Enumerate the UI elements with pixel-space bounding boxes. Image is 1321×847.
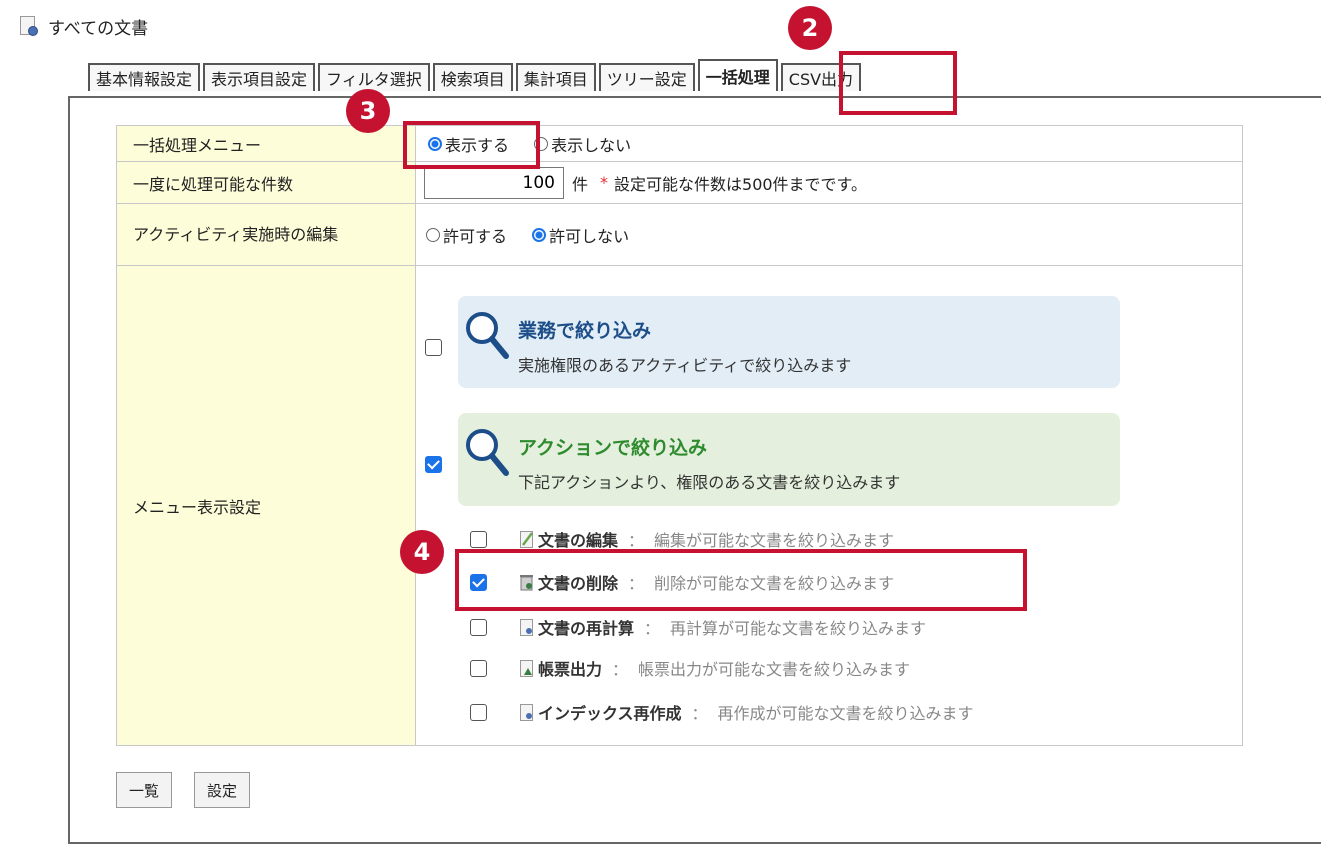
filter-by-action-title: アクションで絞り込み — [518, 437, 708, 459]
highlight-show-radio — [403, 121, 540, 169]
action-edit-row: 文書の編集 ： 編集が可能な文書を絞り込みます — [470, 527, 894, 551]
reindex-doc-icon — [520, 703, 533, 721]
action-reindex-name: インデックス再作成 — [538, 704, 682, 723]
radio-allow-label: 許可する — [443, 226, 508, 246]
required-mark: * — [600, 173, 609, 192]
action-reindex-checkbox[interactable] — [470, 703, 487, 721]
filter-by-task-card: 業務で絞り込み 実施権限のあるアクティビティで絞り込みます — [458, 296, 1120, 388]
max-count-input[interactable] — [424, 166, 564, 199]
annotation-marker-2: 2 — [788, 6, 832, 50]
filter-by-task-checkbox[interactable] — [425, 339, 442, 356]
count-unit: 件 — [572, 174, 589, 194]
tab-display-items[interactable]: 表示項目設定 — [203, 63, 316, 91]
radio-allow-dot[interactable] — [426, 227, 440, 242]
radio-hide[interactable]: 表示しない — [534, 132, 631, 156]
action-edit-desc: 編集が可能な文書を絞り込みます — [654, 531, 895, 550]
recalc-doc-icon — [520, 618, 533, 636]
action-report-name: 帳票出力 — [538, 660, 603, 679]
highlight-delete-action — [455, 549, 1027, 611]
activity-edit-options: 許可する 許可しない — [415, 203, 1243, 266]
report-output-icon — [520, 659, 533, 677]
filter-by-task-desc: 実施権限のあるアクティビティで絞り込みます — [518, 356, 852, 375]
action-reindex-separator: ： — [691, 704, 708, 723]
action-edit-checkbox[interactable] — [470, 530, 487, 548]
action-report-checkbox[interactable] — [470, 659, 487, 677]
action-edit-name: 文書の編集 — [538, 531, 619, 550]
radio-deny-label: 許可しない — [549, 226, 630, 246]
action-report-separator: ： — [612, 660, 629, 679]
page-header: すべての文書 — [20, 14, 149, 39]
tab-aggregate-items[interactable]: 集計項目 — [515, 63, 596, 91]
filter-by-action-desc: 下記アクションより、権限のある文書を絞り込みます — [518, 473, 901, 492]
magnifier-icon — [466, 312, 509, 359]
tab-batch-processing[interactable]: 一括処理 — [697, 59, 778, 91]
edit-doc-icon — [520, 530, 533, 548]
highlight-batch-tab — [839, 51, 957, 115]
radio-deny[interactable]: 許可しない — [532, 223, 629, 247]
magnifier-icon — [466, 429, 509, 476]
action-reindex-row: インデックス再作成 ： 再作成が可能な文書を絞り込みます — [470, 700, 974, 724]
action-report-desc: 帳票出力が可能な文書を絞り込みます — [638, 660, 911, 679]
radio-hide-label: 表示しない — [551, 135, 632, 155]
max-count-label: 一度に処理可能な件数 — [116, 161, 416, 204]
menu-display-label: メニュー表示設定 — [116, 265, 416, 746]
filter-by-action-card: アクションで絞り込み 下記アクションより、権限のある文書を絞り込みます — [458, 413, 1120, 506]
action-edit-separator: ： — [628, 531, 645, 550]
action-report-row: 帳票出力 ： 帳票出力が可能な文書を絞り込みます — [470, 656, 910, 680]
action-recalc-desc: 再計算が可能な文書を絞り込みます — [670, 619, 927, 638]
action-recalc-separator: ： — [644, 619, 661, 638]
max-count-note: 設定可能な件数は500件までです。 — [614, 174, 867, 194]
settings-tabs: 基本情報設定 表示項目設定 フィルタ選択 検索項目 集計項目 ツリー設定 一括処… — [88, 59, 864, 91]
action-reindex-desc: 再作成が可能な文書を絞り込みます — [717, 704, 974, 723]
tab-filter-select[interactable]: フィルタ選択 — [318, 63, 430, 91]
settings-button[interactable]: 設定 — [194, 772, 251, 808]
page-title: すべての文書 — [48, 18, 149, 39]
tab-tree-settings[interactable]: ツリー設定 — [598, 63, 695, 91]
radio-deny-dot[interactable] — [532, 227, 547, 242]
action-recalc-name: 文書の再計算 — [538, 619, 635, 638]
annotation-marker-4: 4 — [400, 530, 444, 574]
filter-by-task-title: 業務で絞り込み — [518, 320, 652, 342]
activity-edit-label: アクティビティ実施時の編集 — [116, 203, 416, 266]
radio-allow[interactable]: 許可する — [426, 223, 507, 247]
tab-basic-info[interactable]: 基本情報設定 — [88, 63, 201, 91]
list-button[interactable]: 一覧 — [116, 772, 173, 808]
filter-by-action-checkbox[interactable] — [425, 456, 442, 473]
action-recalc-checkbox[interactable] — [470, 618, 487, 636]
document-settings-icon — [20, 16, 38, 36]
annotation-marker-3: 3 — [346, 89, 390, 133]
action-recalc-row: 文書の再計算 ： 再計算が可能な文書を絞り込みます — [470, 615, 926, 639]
tab-search-items[interactable]: 検索項目 — [432, 63, 513, 91]
